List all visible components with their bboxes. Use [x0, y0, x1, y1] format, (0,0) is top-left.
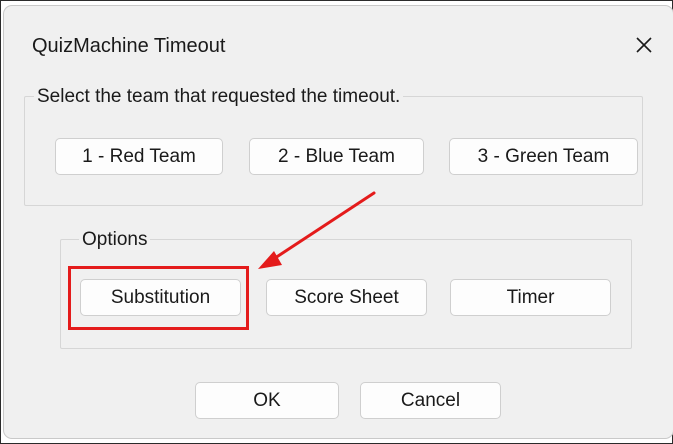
dialog-window: QuizMachine Timeout Select the team that…	[4, 6, 673, 438]
close-icon	[636, 37, 652, 53]
ok-button[interactable]: OK	[195, 382, 339, 419]
close-button[interactable]	[627, 28, 661, 62]
cancel-button[interactable]: Cancel	[360, 382, 501, 419]
title-bar[interactable]: QuizMachine Timeout	[4, 6, 673, 68]
red-team-button[interactable]: 1 - Red Team	[55, 138, 223, 175]
substitution-button[interactable]: Substitution	[80, 279, 241, 316]
team-group-label: Select the team that requested the timeo…	[34, 86, 404, 108]
green-team-button[interactable]: 3 - Green Team	[449, 138, 638, 175]
options-group-label: Options	[79, 229, 151, 251]
window-title: QuizMachine Timeout	[32, 35, 226, 57]
timer-button[interactable]: Timer	[450, 279, 611, 316]
screenshot-stage: QuizMachine Timeout Select the team that…	[0, 0, 673, 444]
score-sheet-button[interactable]: Score Sheet	[266, 279, 427, 316]
blue-team-button[interactable]: 2 - Blue Team	[249, 138, 424, 175]
